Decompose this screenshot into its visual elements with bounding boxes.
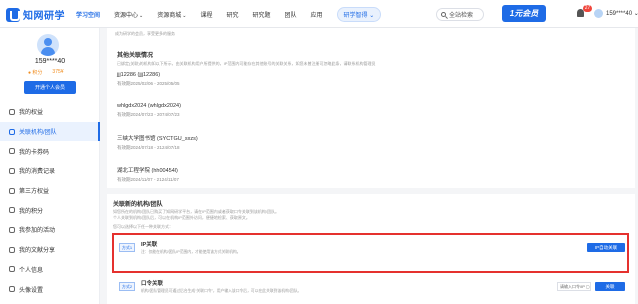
org-name: jjj12286 (jjj12286) xyxy=(117,72,161,78)
org-entry: whlgdx2024 (whlgdx2024) 有效期2024/07/23 - … xyxy=(117,103,181,118)
link-new-org-title: 关联新的机构/团队 xyxy=(113,202,163,208)
org-name: whlgdx2024 (whlgdx2024) xyxy=(117,103,181,109)
link-code-input[interactable]: 请输入口令/IP ▢ xyxy=(557,282,591,291)
grid-icon xyxy=(9,187,15,194)
card-icon xyxy=(9,148,15,155)
smart-study-pill[interactable]: 研学智得 ⌄ xyxy=(336,6,382,22)
site-logo[interactable]: 知网研学 xyxy=(6,7,65,22)
link-method-prompt: 您可以选择以下任一种关联方式： xyxy=(113,224,173,229)
nav-item-research[interactable]: 研究 xyxy=(226,10,238,19)
sidebar-item-avatar-settings[interactable]: 头像设置 xyxy=(0,279,100,299)
sidebar-item-personal-info[interactable]: 个人信息 xyxy=(0,260,100,280)
code-link-button[interactable]: 关联 xyxy=(595,282,625,291)
profile-user-name: 159****40 xyxy=(34,58,66,65)
nav-item-research-topics[interactable]: 研究题 xyxy=(252,10,270,19)
other-links-title: 其他关联情况 xyxy=(117,53,154,59)
sidebar-item-shares[interactable]: 我的文献分享 xyxy=(0,240,100,260)
coin-icon xyxy=(9,207,15,214)
sidebar-item-purchase-history[interactable]: 我的消费记录 xyxy=(0,161,100,181)
membership-tip: 成为研学的会员，享受更多的服务 xyxy=(115,31,175,36)
org-validity: 有效期2024/07/23 - 2074/07/23 xyxy=(117,112,180,117)
link-icon xyxy=(9,128,15,135)
profile-avatar[interactable] xyxy=(37,34,59,56)
sidebar-item-coupons[interactable]: 我的卡券码 xyxy=(0,141,100,161)
sidebar-item-points[interactable]: 我的积分 xyxy=(0,200,100,220)
org-validity: 有效期2024/11/07 - 2124/11/07 xyxy=(117,177,179,182)
org-validity: 有效期2025/02/06 - 2025/05/05 xyxy=(117,81,180,86)
chevron-down-icon: ⌄ xyxy=(182,12,187,19)
method-name: 口令关联 xyxy=(141,281,164,287)
nav-item-study-space[interactable]: 学习空间 xyxy=(76,10,100,19)
account-sidebar: 159****40 ● 积分 375¥ 开通个人会员 我的权益 关联机构/团队 … xyxy=(0,28,100,304)
logo-text: 知网研学 xyxy=(23,11,65,22)
main-nav: 学习空间 资源中心⌄ 资源商城⌄ 课程 研究 研究题 团队 应用 研学智得 ⌄ xyxy=(76,0,382,28)
logo-icon xyxy=(6,7,20,22)
header-user-name[interactable]: 159****40 ⌄ xyxy=(606,10,638,17)
sidebar-item-activities[interactable]: 我参加的活动 xyxy=(0,220,100,240)
sidebar-menu: 我的权益 关联机构/团队 我的卡券码 我的消费记录 第三方权益 我的积分 我参加… xyxy=(0,102,100,299)
link-desc-line-2: 个人关联到机构/团队后，可以在机构IP范围外访问，便捷地检索、获取原文。 xyxy=(113,215,250,220)
org-name: 三峡大学图书馆 (SYCTGU_sxzs) xyxy=(117,136,198,142)
nav-item-team[interactable]: 团队 xyxy=(285,10,297,19)
nav-item-resource-mall[interactable]: 资源商城⌄ xyxy=(157,10,186,19)
search-icon xyxy=(441,12,446,17)
sidebar-item-linked-orgs[interactable]: 关联机构/团队 xyxy=(0,121,100,142)
chevron-down-icon: ⌄ xyxy=(369,12,375,19)
nav-item-courses[interactable]: 课程 xyxy=(200,10,212,19)
chevron-down-icon: ⌄ xyxy=(633,11,638,17)
org-validity: 有效期2024/07/18 - 2124/07/18 xyxy=(117,145,180,150)
chevron-down-icon: ⌄ xyxy=(139,12,144,19)
user-icon xyxy=(9,266,15,273)
highlight-box xyxy=(112,233,629,273)
org-entry: 湖北工程学院 (hh00454l) 有效期2024/11/07 - 2124/1… xyxy=(117,166,179,183)
membership-promo-banner[interactable]: 1元会员 xyxy=(502,5,546,22)
profile-stats: ● 积分 375¥ xyxy=(28,69,64,76)
nav-item-apps[interactable]: 应用 xyxy=(311,10,323,19)
image-icon xyxy=(9,286,15,293)
balance-stat[interactable]: 375¥ xyxy=(52,69,63,76)
notification-count-badge: 27 xyxy=(583,5,592,12)
org-entry: 三峡大学图书馆 (SYCTGU_sxzs) 有效期2024/07/18 - 21… xyxy=(117,134,198,151)
share-icon xyxy=(9,246,15,253)
benefit-icon xyxy=(9,108,15,115)
global-search-box[interactable]: 全站检索 xyxy=(436,8,484,21)
org-entry: jjj12286 (jjj12286) 有效期2025/02/06 - 2025… xyxy=(117,72,180,87)
method-tag: 方式2 xyxy=(119,282,135,291)
other-links-description: 已绑定(关联)的机构如以下所示，由关联机构用户所提供的，IP范围内可能存在其他账… xyxy=(117,61,376,66)
search-label: 全站检索 xyxy=(449,13,474,19)
open-membership-button[interactable]: 开通个人会员 xyxy=(24,81,76,94)
sidebar-item-third-party[interactable]: 第三方权益 xyxy=(0,181,100,201)
method-code-link: 方式2 口令关联 机构/团队管理员可通过后台生成“关联口令”，用户输入该口令后，… xyxy=(117,279,625,294)
flag-icon xyxy=(9,226,15,233)
method-description: 机构/团队管理员可通过后台生成“关联口令”，用户输入该口令后，可以在此关联到该机… xyxy=(141,289,302,293)
top-navigation-bar: 知网研学 学习空间 资源中心⌄ 资源商城⌄ 课程 研究 研究题 团队 应用 研学… xyxy=(0,0,638,28)
user-avatar-icon[interactable] xyxy=(594,9,603,18)
sidebar-item-my-benefits[interactable]: 我的权益 xyxy=(0,102,100,122)
points-stat[interactable]: ● 积分 xyxy=(28,69,42,76)
other-links-panel: 成为研学的会员，享受更多的服务 其他关联情况 已绑定(关联)的机构如以下所示，由… xyxy=(107,28,635,188)
nav-item-resource-center[interactable]: 资源中心⌄ xyxy=(114,10,143,19)
receipt-icon xyxy=(9,167,15,174)
org-name: 湖北工程学院 (hh00454l) xyxy=(117,168,178,174)
